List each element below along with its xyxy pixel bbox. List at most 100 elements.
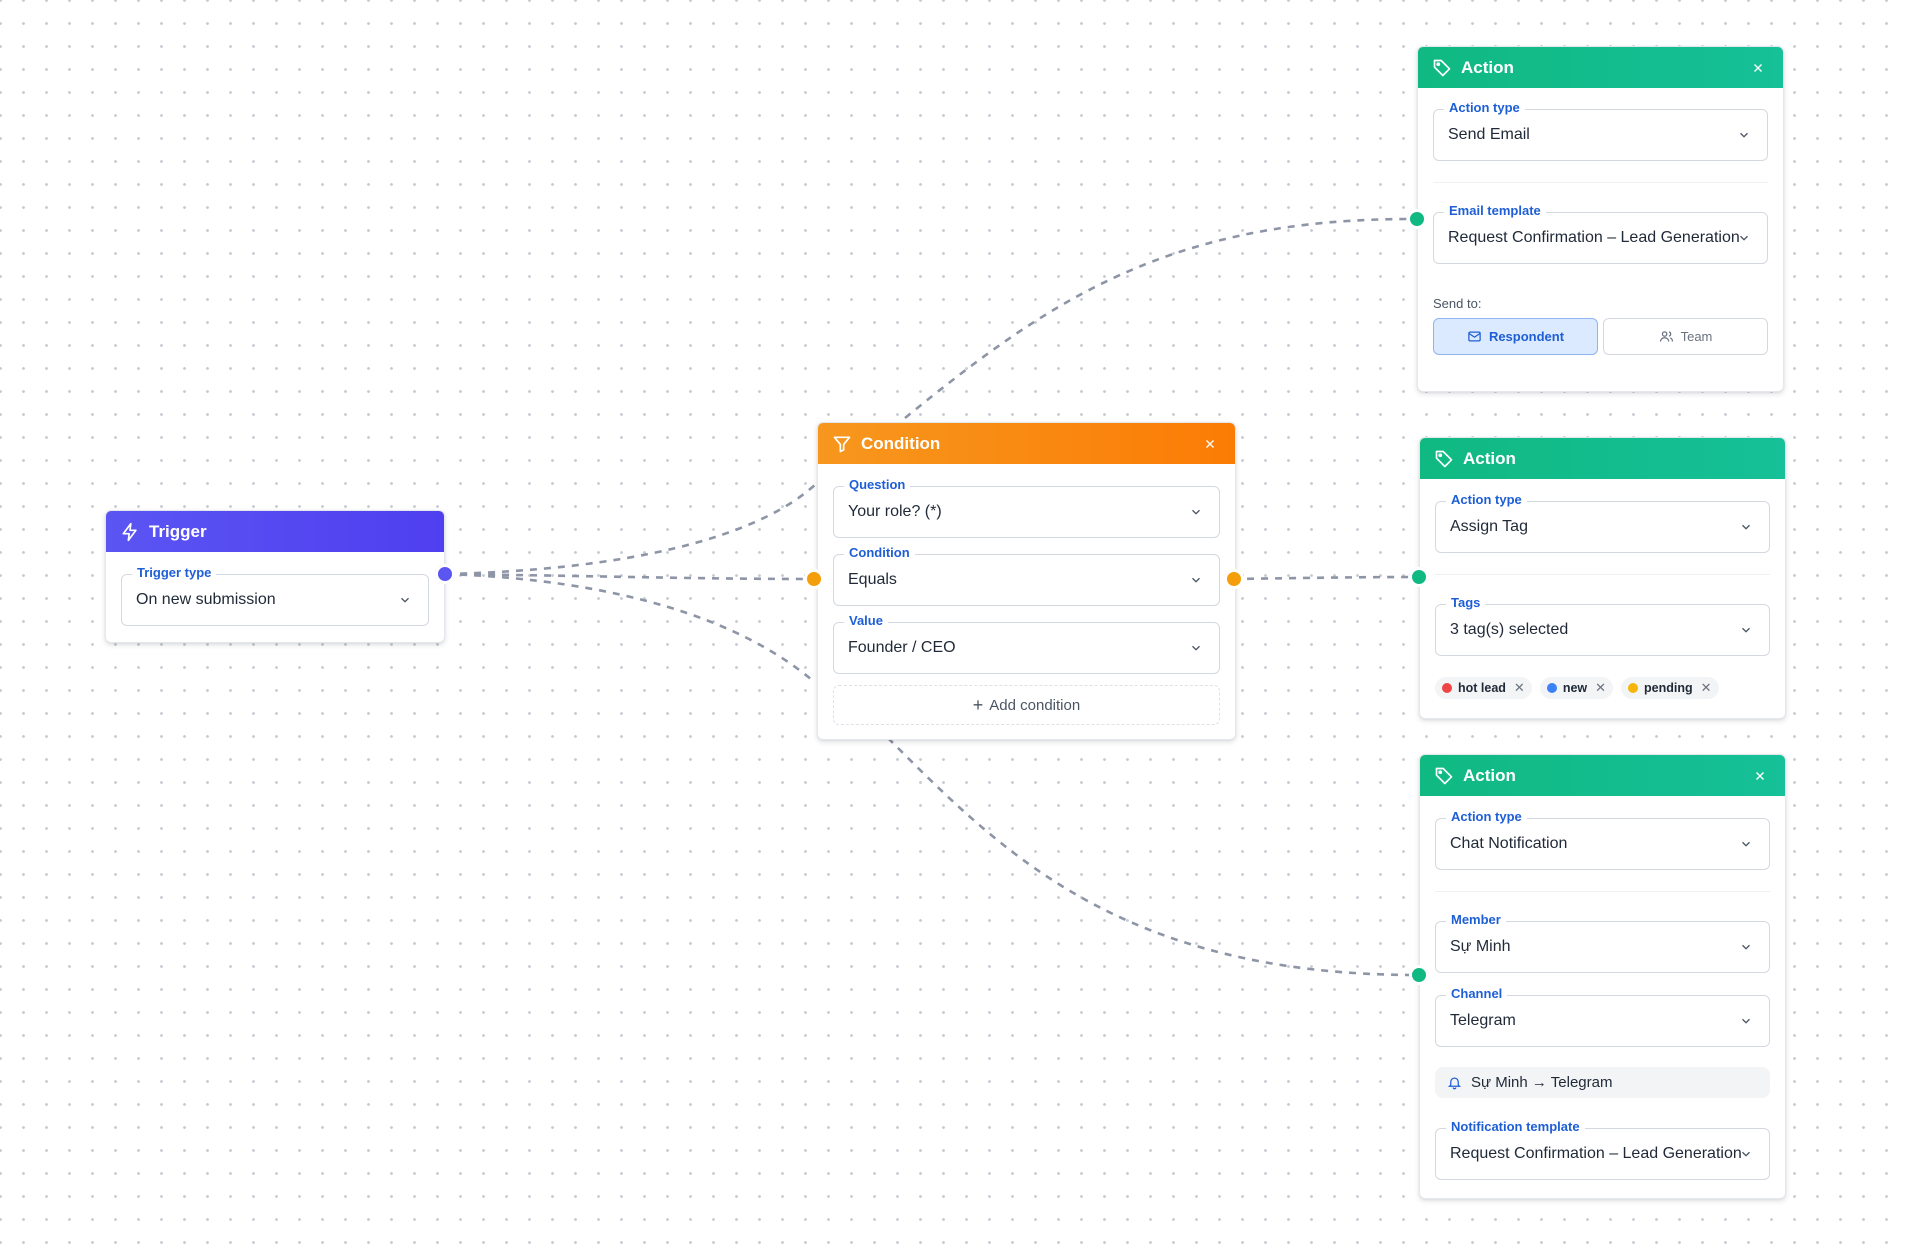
trigger-node[interactable]: Trigger Trigger type On new submission <box>105 510 445 643</box>
channel-select[interactable]: Channel Telegram <box>1435 986 1770 1047</box>
tag-label: new <box>1562 681 1588 695</box>
condition-operator-select[interactable]: Condition Equals <box>833 545 1220 606</box>
tag-chip-hot-lead[interactable]: hot lead ✕ <box>1435 677 1532 699</box>
lightning-icon <box>120 522 140 542</box>
edge-trigger-to-condition-bottom <box>445 572 813 681</box>
filter-icon <box>832 434 852 454</box>
action-type-value: Chat Notification <box>1450 835 1568 852</box>
respondent-label: Respondent <box>1488 329 1565 344</box>
chevron-down-icon <box>1742 627 1750 633</box>
chevron-down-icon <box>1742 1151 1750 1157</box>
action-chat-node[interactable]: Action Action type Chat Notification Mem… <box>1419 754 1786 1199</box>
trigger-node-header[interactable]: Trigger <box>106 511 444 552</box>
chevron-down-icon <box>1740 235 1748 241</box>
users-icon <box>1659 329 1674 344</box>
email-template-value: Request Confirmation – Lead Generation <box>1448 229 1740 246</box>
send-to-label: Send to: <box>1433 296 1482 311</box>
chevron-down-icon <box>1740 132 1748 138</box>
condition-node-title: Condition <box>861 433 941 453</box>
question-select[interactable]: Question Your role? (*) <box>833 477 1220 538</box>
action-type-select[interactable]: Action type Send Email <box>1433 100 1768 161</box>
trigger-output-handle[interactable] <box>435 564 455 584</box>
remove-tag-icon[interactable]: ✕ <box>1701 680 1712 696</box>
edge-condition-to-action-email <box>904 217 1416 420</box>
edge-trigger-to-condition <box>445 572 815 581</box>
chevron-down-icon <box>1742 1018 1750 1024</box>
tags-value: 3 tag(s) selected <box>1450 621 1569 638</box>
notification-summary: Sự Minh → Telegram <box>1435 1067 1770 1098</box>
selected-tags: hot lead ✕ new ✕ pending ✕ <box>1435 677 1719 699</box>
remove-tag-icon[interactable]: ✕ <box>1595 680 1606 696</box>
action-tag-node[interactable]: Action Action type Assign Tag Tags 3 tag… <box>1419 437 1786 719</box>
action-email-header[interactable]: Action <box>1418 47 1783 88</box>
action-tag-input-handle[interactable] <box>1409 567 1429 587</box>
tag-chip-pending[interactable]: pending ✕ <box>1621 677 1719 699</box>
action-chat-header[interactable]: Action <box>1420 755 1785 796</box>
tag-icon <box>1434 766 1454 786</box>
remove-tag-icon[interactable]: ✕ <box>1514 680 1525 696</box>
condition-node-header[interactable]: Condition <box>818 423 1235 464</box>
chevron-down-icon <box>1192 509 1200 515</box>
edge-condition-to-action-tag <box>1232 575 1418 581</box>
action-type-value: Assign Tag <box>1450 518 1528 535</box>
notification-summary-text: Sự Minh → Telegram <box>1471 1074 1613 1091</box>
send-to-respondent-button[interactable]: Respondent <box>1433 318 1598 355</box>
section-divider <box>1435 574 1770 575</box>
mail-icon <box>1467 329 1482 344</box>
tag-icon <box>1434 449 1454 469</box>
action-tag-title: Action <box>1463 448 1516 468</box>
condition-value: Equals <box>848 571 897 588</box>
tag-label: hot lead <box>1458 681 1506 695</box>
channel-value: Telegram <box>1450 1012 1516 1029</box>
tag-color-dot <box>1628 683 1639 693</box>
action-chat-input-handle[interactable] <box>1409 965 1429 985</box>
action-type-value: Send Email <box>1448 126 1530 143</box>
trigger-type-select[interactable]: Trigger type On new submission <box>121 565 429 626</box>
edge-condition-to-action-chat <box>887 737 1418 977</box>
condition-output-handle[interactable] <box>1224 569 1244 589</box>
tag-color-dot <box>1442 683 1452 693</box>
action-type-select[interactable]: Action type Chat Notification <box>1435 809 1770 870</box>
email-template-select[interactable]: Email template Request Confirmation – Le… <box>1433 203 1768 264</box>
tag-label: pending <box>1644 681 1693 695</box>
action-email-input-handle[interactable] <box>1407 209 1427 229</box>
member-value: Sự Minh <box>1450 938 1511 955</box>
value-select[interactable]: Value Founder / CEO <box>833 613 1220 674</box>
notification-template-select[interactable]: Notification template Request Confirmati… <box>1435 1119 1770 1180</box>
section-divider <box>1435 891 1770 892</box>
action-email-node[interactable]: Action Action type Send Email Email temp… <box>1417 46 1784 392</box>
close-icon[interactable] <box>1747 57 1769 79</box>
action-email-title: Action <box>1461 57 1514 77</box>
chevron-down-icon <box>1192 645 1200 651</box>
team-label: Team <box>1680 329 1713 344</box>
notification-template-value: Request Confirmation – Lead Generation <box>1450 1145 1742 1162</box>
chevron-down-icon <box>1742 841 1750 847</box>
chevron-down-icon <box>401 597 409 603</box>
bell-icon <box>1447 1075 1462 1090</box>
close-icon[interactable] <box>1199 433 1221 455</box>
edge-trigger-to-condition-top <box>445 479 821 576</box>
action-chat-title: Action <box>1463 765 1516 785</box>
tags-select[interactable]: Tags 3 tag(s) selected <box>1435 595 1770 656</box>
condition-node[interactable]: Condition Question Your role? (*) Condit… <box>817 422 1236 740</box>
action-tag-header[interactable]: Action <box>1420 438 1785 479</box>
question-value: Your role? (*) <box>848 503 942 520</box>
add-condition-label: Add condition <box>989 696 1081 714</box>
plus-icon: + <box>972 694 984 715</box>
tag-chip-new[interactable]: new ✕ <box>1539 677 1614 699</box>
tag-color-dot <box>1546 683 1557 693</box>
add-condition-button[interactable]: + Add condition <box>833 685 1220 725</box>
tag-icon <box>1432 58 1452 78</box>
chevron-down-icon <box>1742 524 1750 530</box>
chevron-down-icon <box>1192 577 1200 583</box>
send-to-team-button[interactable]: Team <box>1603 318 1768 355</box>
action-type-select[interactable]: Action type Assign Tag <box>1435 492 1770 553</box>
chevron-down-icon <box>1742 944 1750 950</box>
close-icon[interactable] <box>1749 765 1771 787</box>
trigger-node-title: Trigger <box>149 521 207 541</box>
condition-input-handle[interactable] <box>804 569 824 589</box>
section-divider <box>1433 182 1768 183</box>
trigger-type-value: On new submission <box>136 591 276 608</box>
value-value: Founder / CEO <box>848 639 956 656</box>
member-select[interactable]: Member Sự Minh <box>1435 912 1770 973</box>
